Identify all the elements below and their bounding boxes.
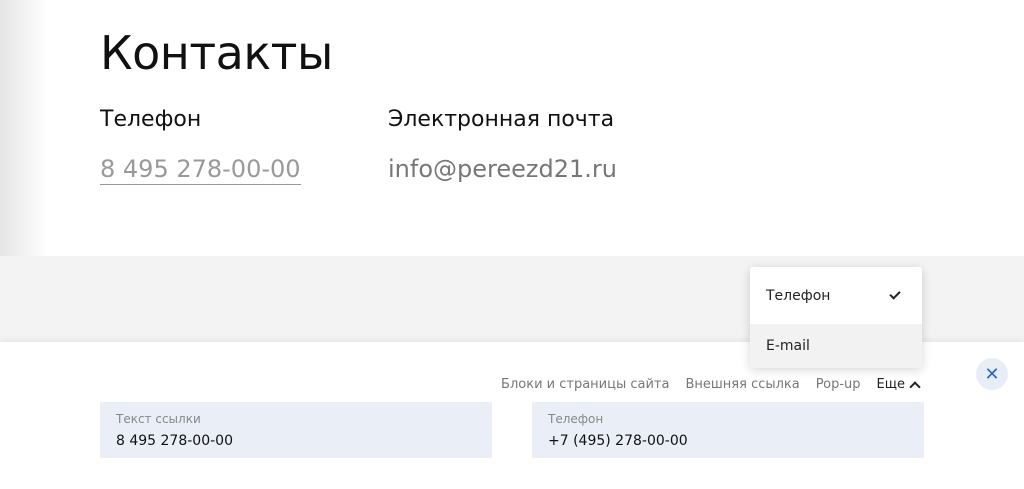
phone-number-input[interactable]: +7 (495) 278-00-00 (548, 430, 908, 452)
phone-heading: Телефон (100, 107, 202, 132)
dropdown-item-email[interactable]: E-mail (750, 324, 922, 368)
close-icon: ✕ (984, 363, 1000, 385)
phone-link[interactable]: 8 495 278-00-00 (100, 154, 301, 185)
link-text-label: Текст ссылки (116, 412, 201, 426)
more-link-types-dropdown: Телефон E-mail (750, 267, 922, 368)
link-type-tabs: Блоки и страницы сайта Внешняя ссылка Po… (501, 377, 921, 393)
email-value[interactable]: info@pereezd21.ru (388, 154, 617, 184)
tab-site-pages[interactable]: Блоки и страницы сайта (501, 377, 669, 392)
tab-external-link[interactable]: Внешняя ссылка (685, 377, 799, 392)
chevron-up-icon (909, 380, 921, 393)
dropdown-item-label: E-mail (766, 338, 810, 354)
dropdown-item-phone[interactable]: Телефон (750, 267, 922, 324)
dropdown-item-label: Телефон (766, 287, 831, 304)
email-contact-block: Электронная почта info@pereezd21.ru (388, 106, 617, 184)
link-text-field[interactable]: Текст ссылки 8 495 278-00-00 (100, 402, 492, 458)
phone-contact-block: Телефон 8 495 278-00-00 (100, 106, 301, 185)
tab-popup[interactable]: Pop-up (816, 377, 861, 392)
tab-more[interactable]: Еще (876, 377, 921, 393)
link-text-input[interactable]: 8 495 278-00-00 (116, 430, 476, 452)
page-title: Контакты (100, 26, 333, 80)
checkmark-icon (889, 288, 901, 300)
tab-more-label: Еще (876, 377, 905, 392)
phone-number-label: Телефон (548, 412, 604, 426)
phone-number-field[interactable]: Телефон +7 (495) 278-00-00 (532, 402, 924, 458)
close-button[interactable]: ✕ (976, 358, 1008, 390)
email-heading: Электронная почта (388, 107, 615, 132)
